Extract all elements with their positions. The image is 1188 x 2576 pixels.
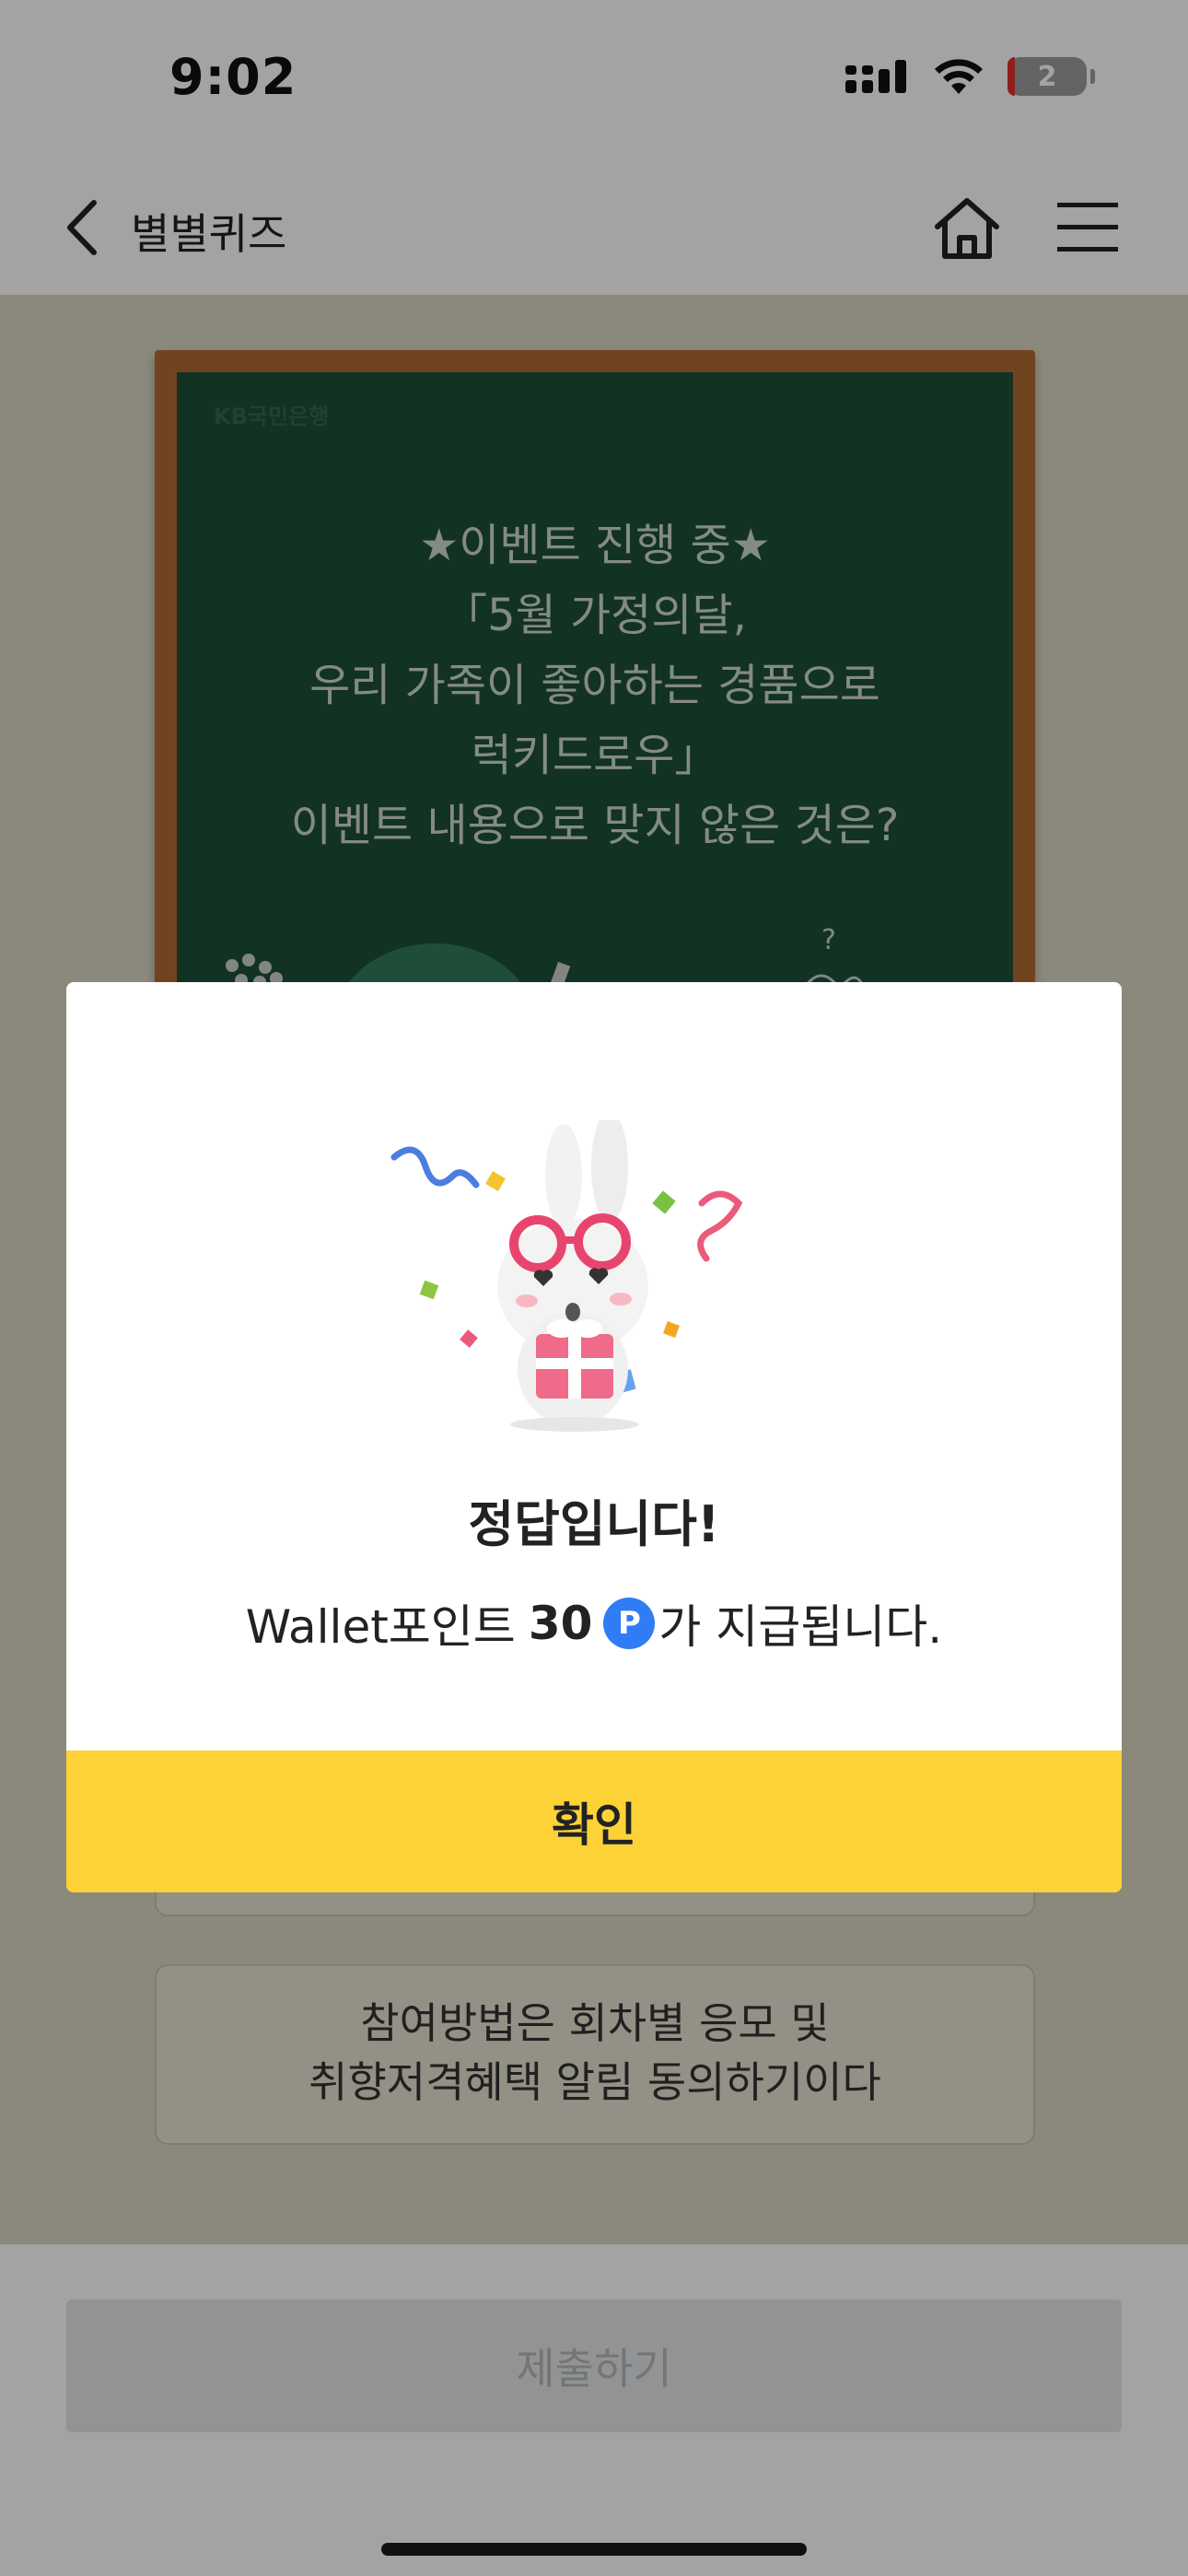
points-amount: 30 (528, 1597, 593, 1650)
point-coin-icon: P (603, 1598, 656, 1649)
modal-title: 정답입니다! (468, 1495, 720, 1553)
message-prefix: Wallet포인트 (245, 1600, 516, 1654)
celebrating-rabbit-icon (390, 1120, 743, 1432)
home-indicator[interactable] (381, 2543, 807, 2556)
confirm-button[interactable]: 확인 (66, 1751, 1122, 1892)
modal-message: Wallet포인트 30 P 가 지급됩니다. (66, 1590, 1122, 1657)
message-suffix: 가 지급됩니다. (658, 1600, 943, 1654)
result-modal: 정답입니다! Wallet포인트 30 P 가 지급됩니다. 확인 (66, 982, 1122, 1892)
